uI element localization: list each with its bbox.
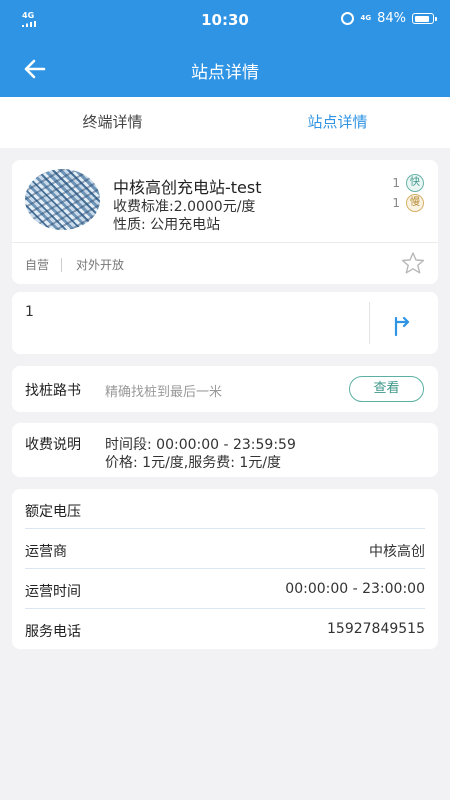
view-guide-button[interactable]: 查看 (349, 376, 424, 402)
favorite-star-icon[interactable] (400, 251, 426, 275)
fast-count-value: 1 (392, 176, 400, 190)
charge-time-period: 时间段: 00:00:00 - 23:59:59 (105, 437, 296, 453)
slow-badge: 慢 (406, 194, 424, 212)
divider (12, 242, 438, 243)
station-tags: 自营 对外开放 (25, 256, 124, 273)
tag-separator (61, 257, 63, 272)
pile-guide-card: 找桩路书 精确找桩到最后一米 查看 (12, 366, 438, 412)
address-card: 1 (12, 292, 438, 354)
slow-charger-count: 1 慢 (392, 194, 424, 212)
info-value: 中核高创 (369, 544, 425, 560)
station-card: 中核高创充电站-test 收费标准:2.0000元/度 性质: 公用充电站 1 … (12, 160, 438, 284)
fast-badge: 快 (406, 174, 424, 192)
status-bar: 4G 10:30 4G 84% (0, 0, 450, 40)
battery-percent: 84% (377, 11, 406, 26)
station-fee: 收费标准:2.0000元/度 (113, 199, 256, 215)
battery-icon (412, 13, 437, 24)
tag-public-open: 对外开放 (76, 258, 125, 272)
station-info-card: 额定电压 运营商 中核高创 运营时间 00:00:00 - 23:00:00 服… (12, 489, 438, 649)
charge-info-label: 收费说明 (25, 437, 81, 453)
page-title: 站点详情 (191, 63, 259, 83)
info-value: 00:00:00 - 23:00:00 (285, 581, 425, 597)
pile-guide-label: 找桩路书 (25, 383, 81, 399)
pile-guide-description: 精确找桩到最后一米 (105, 385, 223, 400)
station-address: 1 (25, 304, 34, 320)
charge-info-card: 收费说明 时间段: 00:00:00 - 23:59:59 价格: 1元/度,服… (12, 423, 438, 477)
station-nature: 性质: 公用充电站 (113, 217, 221, 233)
info-row-operating-hours: 运营时间 00:00:00 - 23:00:00 (25, 569, 425, 609)
tab-terminal-details[interactable]: 终端详情 (0, 97, 225, 148)
tab-bar: 终端详情 站点详情 (0, 97, 450, 148)
info-row-rated-voltage: 额定电压 (25, 489, 425, 529)
info-key: 服务电话 (25, 624, 81, 640)
header-bar: 站点详情 (0, 40, 450, 97)
info-key: 额定电压 (25, 504, 81, 520)
fast-charger-count: 1 快 (392, 174, 424, 192)
station-photo (25, 169, 100, 230)
info-key: 运营时间 (25, 584, 81, 600)
charge-price: 价格: 1元/度,服务费: 1元/度 (105, 455, 282, 471)
station-name: 中核高创充电站-test (113, 178, 262, 197)
info-row-service-phone: 服务电话 15927849515 (25, 609, 425, 649)
service-phone-number[interactable]: 15927849515 (327, 621, 425, 637)
navigation-icon[interactable] (392, 312, 414, 336)
info-row-operator: 运营商 中核高创 (25, 529, 425, 569)
slow-count-value: 1 (392, 196, 400, 210)
tag-self-operated: 自营 (25, 258, 50, 272)
info-key: 运营商 (25, 544, 67, 560)
divider (369, 302, 370, 344)
tab-station-details[interactable]: 站点详情 (225, 97, 450, 148)
alarm-icon (341, 12, 355, 25)
mini-network-label: 4G (360, 14, 372, 22)
